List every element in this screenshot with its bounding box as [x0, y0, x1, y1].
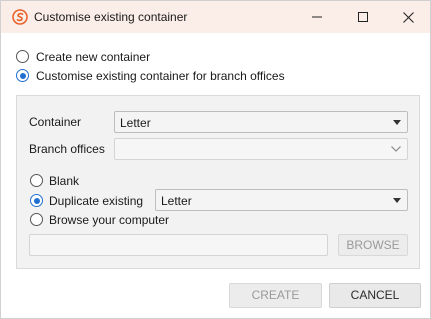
blank-radio[interactable] — [30, 174, 43, 187]
app-logo-icon — [12, 9, 28, 25]
close-button[interactable] — [385, 1, 431, 33]
minimize-icon — [312, 16, 322, 18]
browse-button[interactable]: BROWSE — [338, 234, 408, 256]
dialog-window: Customise existing container Create new … — [0, 0, 431, 319]
create-new-label[interactable]: Create new container — [36, 50, 150, 64]
customise-branch-label[interactable]: Customise existing container for branch … — [36, 69, 285, 83]
title-bar[interactable]: Customise existing container — [1, 1, 430, 33]
blank-label[interactable]: Blank — [49, 174, 79, 188]
branch-offices-select[interactable] — [114, 138, 408, 160]
duplicate-source-value: Letter — [161, 194, 192, 208]
dropdown-arrow-icon — [393, 120, 401, 125]
container-label: Container — [29, 115, 82, 129]
maximize-icon — [358, 12, 368, 22]
customise-branch-radio[interactable] — [16, 69, 29, 82]
duplicate-existing-label[interactable]: Duplicate existing — [49, 194, 143, 208]
options-panel: Container Letter Branch offices Blank Du… — [16, 95, 420, 269]
branch-offices-label: Branch offices — [29, 142, 105, 156]
browse-computer-label[interactable]: Browse your computer — [49, 213, 169, 227]
close-icon — [402, 11, 414, 23]
file-path-input[interactable] — [29, 234, 328, 256]
cancel-button[interactable]: CANCEL — [329, 283, 421, 308]
create-button[interactable]: CREATE — [229, 283, 322, 308]
dropdown-arrow-icon — [393, 198, 401, 203]
window-title: Customise existing container — [34, 10, 188, 24]
maximize-button[interactable] — [340, 1, 386, 33]
minimize-button[interactable] — [294, 1, 340, 33]
duplicate-source-select[interactable]: Letter — [155, 189, 408, 211]
create-new-radio[interactable] — [16, 50, 29, 63]
container-select-value: Letter — [120, 116, 151, 130]
container-select[interactable]: Letter — [114, 111, 408, 133]
chevron-down-icon — [391, 146, 401, 152]
browse-computer-radio[interactable] — [30, 213, 43, 226]
duplicate-existing-radio[interactable] — [30, 194, 43, 207]
